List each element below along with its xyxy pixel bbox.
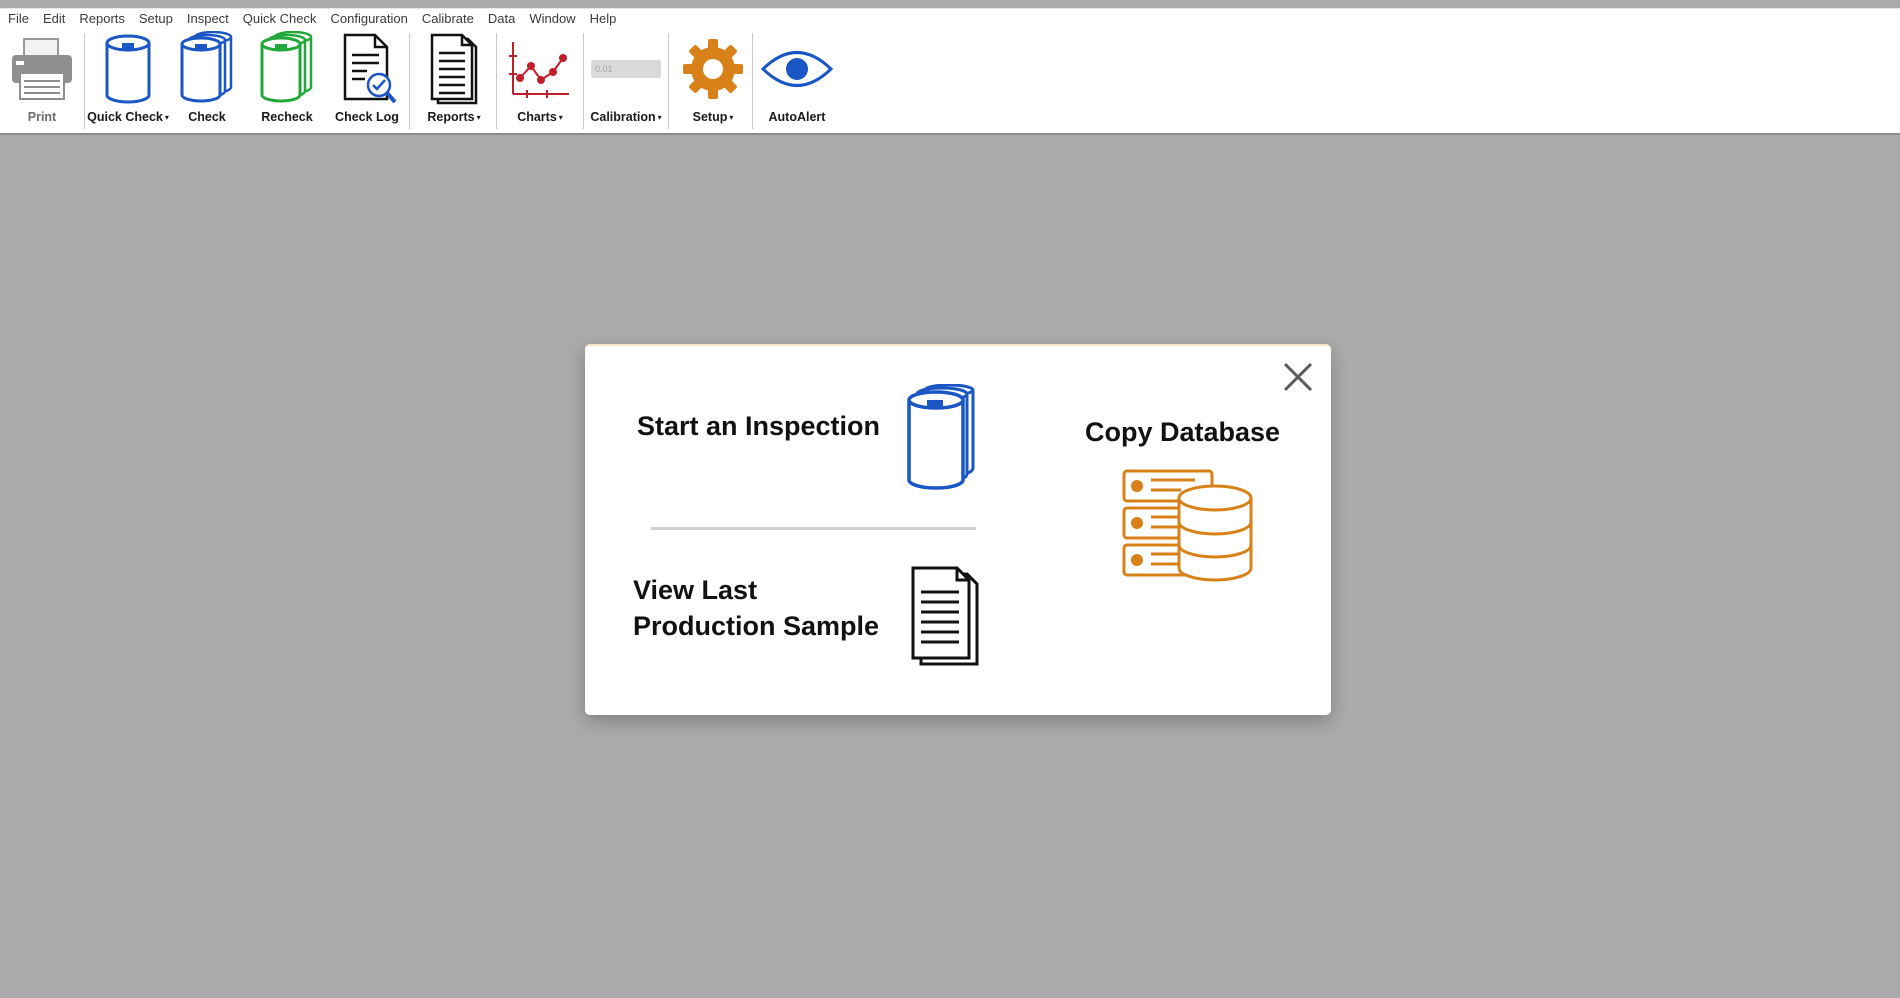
dropdown-caret-icon: ▾ <box>657 113 662 123</box>
print-button[interactable]: Print <box>2 29 82 133</box>
toolbar-separator <box>409 33 410 129</box>
charts-label: Charts <box>517 110 557 124</box>
dropdown-caret-icon: ▾ <box>476 113 481 123</box>
view-last-sample-option[interactable]: View Last Production Sample <box>633 564 993 676</box>
check-label: Check <box>188 110 226 124</box>
copy-database-option[interactable]: Copy Database <box>1085 416 1315 616</box>
menu-data[interactable]: Data <box>481 9 522 29</box>
start-dialog: Start an Inspection View Last Production… <box>585 344 1331 715</box>
toolbar-separator <box>752 33 753 129</box>
printer-icon <box>12 38 72 100</box>
line-chart-icon <box>509 42 569 98</box>
charts-button[interactable]: Charts ▾ <box>499 29 581 133</box>
view-last-label-line2: Production Sample <box>633 611 880 641</box>
close-icon[interactable] <box>1281 360 1315 394</box>
menu-calibrate[interactable]: Calibrate <box>415 9 481 29</box>
toolbar-separator <box>583 33 584 129</box>
menu-reports[interactable]: Reports <box>72 9 132 29</box>
dropdown-caret-icon: ▾ <box>558 113 563 123</box>
document-icon <box>911 566 979 666</box>
autoalert-label: AutoAlert <box>768 110 826 124</box>
menu-quick-check[interactable]: Quick Check <box>236 9 324 29</box>
toolbar-separator <box>84 33 85 129</box>
menu-edit[interactable]: Edit <box>36 9 72 29</box>
autoalert-button[interactable]: AutoAlert <box>755 29 839 133</box>
gear-icon <box>683 39 743 99</box>
check-button[interactable]: Check <box>167 29 247 133</box>
menu-inspect[interactable]: Inspect <box>180 9 236 29</box>
start-inspection-label: Start an Inspection <box>637 411 881 441</box>
reports-button[interactable]: Reports ▾ <box>412 29 496 133</box>
menu-help[interactable]: Help <box>583 9 624 29</box>
print-label: Print <box>27 110 57 124</box>
recheck-label: Recheck <box>261 110 313 124</box>
reports-label: Reports <box>427 110 475 124</box>
check-log-label: Check Log <box>335 110 399 124</box>
menu-configuration[interactable]: Configuration <box>324 9 415 29</box>
copy-database-label: Copy Database <box>1085 417 1281 447</box>
eye-icon <box>760 51 834 87</box>
roll-stack-icon <box>907 384 975 490</box>
database-server-icon <box>1122 469 1253 582</box>
calibration-button[interactable]: 0.01 Calibration ▾ <box>586 29 666 133</box>
calibration-field: 0.01 <box>591 60 661 78</box>
start-inspection-option[interactable]: Start an Inspection <box>635 384 995 496</box>
dropdown-caret-icon: ▾ <box>729 113 734 123</box>
toolbar-separator <box>496 33 497 129</box>
menu-bar: File Edit Reports Setup Inspect Quick Ch… <box>0 8 1900 29</box>
report-document-icon <box>430 33 478 105</box>
document-search-icon <box>343 33 397 104</box>
roll-stack-green-icon <box>260 31 313 103</box>
toolbar-separator <box>668 33 669 129</box>
check-log-button[interactable]: Check Log <box>327 29 407 133</box>
menu-file[interactable]: File <box>0 9 36 29</box>
roll-icon <box>105 34 151 104</box>
ribbon-toolbar: Print Quick Check ▾ Check Recheck Check … <box>0 29 1900 135</box>
setup-label: Setup <box>692 110 728 124</box>
roll-stack-icon <box>180 31 233 103</box>
calibration-label: Calibration <box>590 110 656 124</box>
quick-check-label: Quick Check <box>87 110 163 124</box>
quick-check-button[interactable]: Quick Check ▾ <box>87 29 169 133</box>
menu-setup[interactable]: Setup <box>132 9 180 29</box>
setup-button[interactable]: Setup ▾ <box>671 29 755 133</box>
menu-window[interactable]: Window <box>522 9 582 29</box>
divider <box>651 527 976 530</box>
recheck-button[interactable]: Recheck <box>247 29 327 133</box>
view-last-label-line1: View Last <box>633 575 758 605</box>
